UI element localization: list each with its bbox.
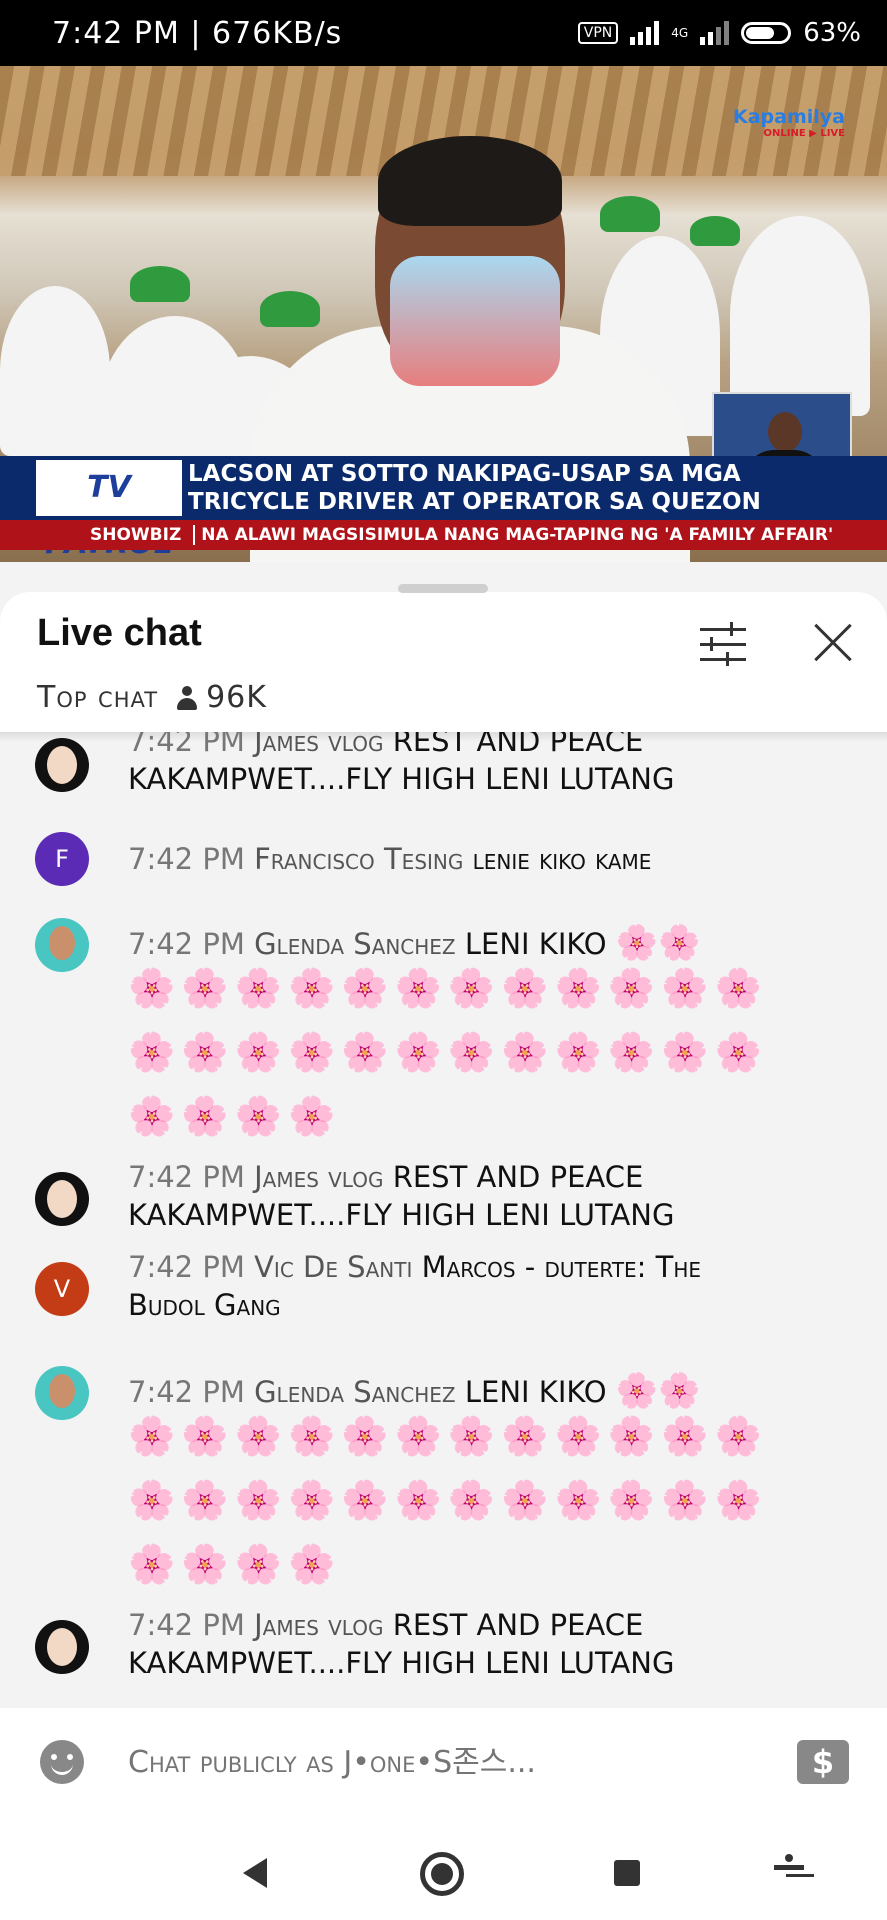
video-figure: [730, 216, 870, 416]
avatar[interactable]: [35, 1172, 89, 1226]
video-figure: [378, 136, 562, 226]
drag-handle[interactable]: [398, 584, 488, 593]
video-figure: [260, 291, 320, 327]
chat-input[interactable]: [126, 1736, 690, 1788]
dollar-icon[interactable]: $: [797, 1740, 849, 1784]
channel-logo: Kapamilya ONLINE ▶ LIVE: [733, 106, 845, 139]
network-type: 4G: [671, 26, 689, 40]
message-line: 7:42 PM Francisco Tesing lenie kiko kame: [128, 842, 652, 876]
emoji-row: 🌸🌸🌸🌸: [128, 1094, 342, 1138]
video-figure: [130, 266, 190, 302]
cell-signal-icon: [700, 21, 730, 45]
accessibility-icon[interactable]: [774, 1854, 804, 1890]
avatar[interactable]: [35, 738, 89, 792]
emoji-row: 🌸🌸🌸🌸🌸🌸🌸🌸🌸🌸🌸🌸: [128, 1478, 768, 1522]
battery-level: 63%: [803, 18, 861, 48]
wifi-signal-icon: [630, 21, 660, 45]
emoji-row: 🌸🌸🌸🌸🌸🌸🌸🌸🌸🌸🌸🌸: [128, 966, 768, 1010]
battery-icon: [741, 22, 792, 44]
chat-input-bar: $: [0, 1708, 887, 1814]
chat-title: Live chat: [37, 612, 202, 654]
emoji-row: 🌸🌸🌸🌸🌸🌸🌸🌸🌸🌸🌸🌸: [128, 1414, 768, 1458]
message-line: 7:42 PM Vic De Santi Marcos - duterte: T…: [128, 1250, 702, 1284]
video-figure: [390, 256, 560, 386]
recent-apps-icon[interactable]: [614, 1860, 640, 1886]
sliders-icon[interactable]: [700, 622, 746, 668]
status-time: 7:42 PM | 676KB/s: [52, 16, 343, 51]
avatar[interactable]: [35, 918, 89, 972]
chat-header: Live chat Top chat 96K: [0, 584, 887, 732]
program-logo: TV PATROL: [36, 460, 182, 561]
news-headline: LACSON AT SOTTO NAKIPAG-USAP SA MGA TRIC…: [188, 461, 761, 515]
status-icons: VPN 4G 63%: [577, 18, 861, 48]
back-icon[interactable]: [243, 1858, 267, 1888]
message-line: 7:42 PM James vlog REST AND PEACE: [128, 1608, 644, 1642]
smiley-icon[interactable]: [40, 1740, 84, 1784]
message-text: Budol Gang: [128, 1288, 281, 1322]
status-bar: 7:42 PM | 676KB/s VPN 4G 63%: [0, 0, 887, 66]
viewer-count: 96K: [206, 680, 267, 715]
message-text: KAKAMPWET....FLY HIGH LENI LUTANG: [128, 1646, 675, 1680]
video-player[interactable]: Kapamilya ONLINE ▶ LIVE TV PATROL LACSON…: [0, 66, 887, 562]
message-text: KAKAMPWET....FLY HIGH LENI LUTANG: [128, 762, 675, 796]
news-ticker: SHOWBIZ NA ALAWI MAGSISIMULA NANG MAG-TAP…: [0, 520, 887, 550]
close-icon[interactable]: [812, 622, 854, 664]
message-line: 7:42 PM James vlog REST AND PEACE: [128, 1160, 644, 1194]
vpn-icon: VPN: [577, 22, 619, 44]
avatar[interactable]: [35, 1366, 89, 1420]
video-figure: [690, 216, 740, 246]
system-nav-bar: [0, 1814, 887, 1920]
emoji-row: 🌸🌸🌸🌸🌸🌸🌸🌸🌸🌸🌸🌸: [128, 1030, 768, 1074]
message-text: KAKAMPWET....FLY HIGH LENI LUTANG: [128, 1198, 675, 1232]
avatar[interactable]: [35, 1620, 89, 1674]
viewers-icon: [176, 685, 198, 710]
chat-mode-selector[interactable]: Top chat 96K: [37, 680, 267, 715]
chat-mode-label: Top chat: [37, 680, 159, 715]
avatar[interactable]: F: [35, 832, 89, 886]
home-icon[interactable]: [420, 1852, 464, 1896]
video-figure: [0, 286, 110, 456]
chat-message-list[interactable]: 7:42 PM James vlog REST AND PEACE KAKAMP…: [0, 732, 887, 1870]
video-figure: [600, 196, 660, 232]
emoji-row: 🌸🌸🌸🌸: [128, 1542, 342, 1586]
message-line: 7:42 PM James vlog REST AND PEACE: [128, 732, 644, 758]
avatar[interactable]: V: [35, 1262, 89, 1316]
